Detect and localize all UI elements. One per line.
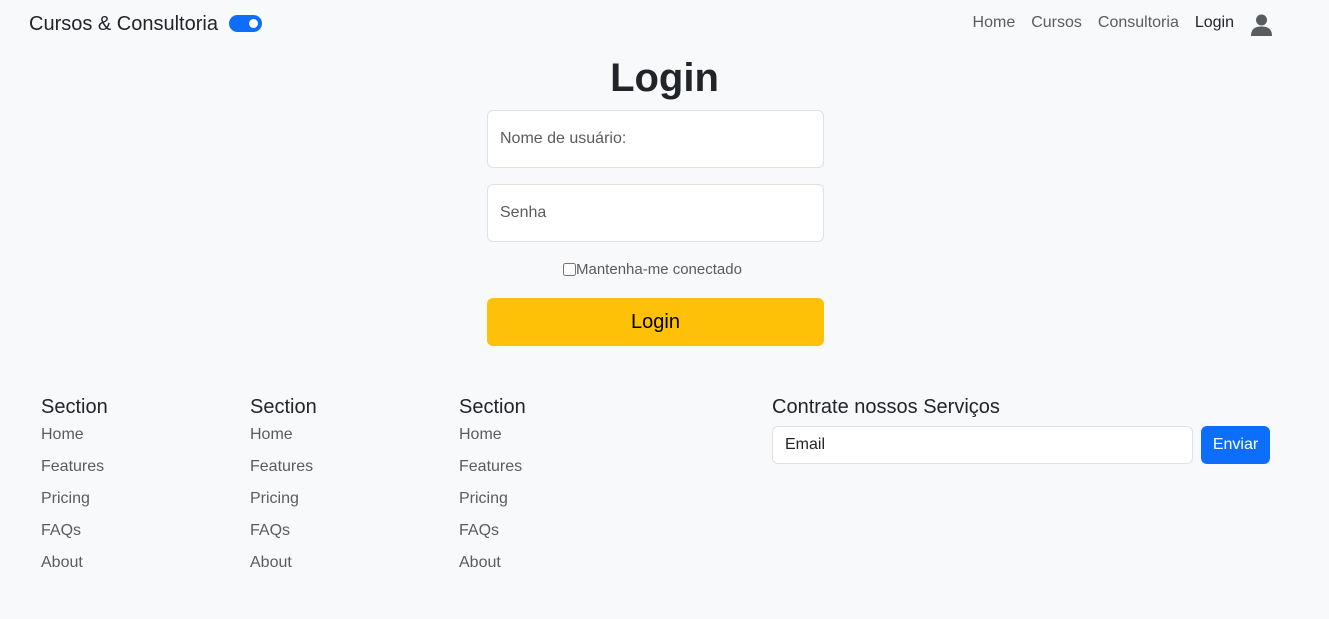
footer-link-about[interactable]: About <box>41 553 221 585</box>
nav-home-link[interactable]: Home <box>973 14 1016 32</box>
footer-link-pricing[interactable]: Pricing <box>459 489 639 521</box>
footer-link-features[interactable]: Features <box>41 457 221 489</box>
remember-me-checkbox[interactable] <box>563 263 576 276</box>
subscribe-title: Contrate nossos Serviços <box>772 396 1000 418</box>
username-input[interactable] <box>487 110 824 168</box>
footer-section-3: Section Home Features Pricing FAQs About <box>459 396 639 585</box>
subscribe-section: Contrate nossos Serviços Enviar <box>772 396 1272 464</box>
toggle-knob <box>249 19 258 28</box>
footer-section-1: Section Home Features Pricing FAQs About <box>41 396 221 585</box>
footer-link-home[interactable]: Home <box>41 425 221 457</box>
footer-link-home[interactable]: Home <box>250 425 430 457</box>
user-icon[interactable] <box>1251 14 1272 36</box>
nav-cursos-link[interactable]: Cursos <box>1031 14 1082 32</box>
footer-link-faqs[interactable]: FAQs <box>41 521 221 553</box>
footer-link-about[interactable]: About <box>459 553 639 585</box>
navbar: Cursos & Consultoria Home Cursos Consult… <box>0 0 1329 50</box>
footer-link-faqs[interactable]: FAQs <box>250 521 430 553</box>
send-button[interactable]: Enviar <box>1201 426 1270 464</box>
footer-link-pricing[interactable]: Pricing <box>250 489 430 521</box>
email-input[interactable] <box>772 426 1193 464</box>
page-title: Login <box>610 56 719 100</box>
footer-link-about[interactable]: About <box>250 553 430 585</box>
password-input[interactable] <box>487 184 824 242</box>
footer-link-features[interactable]: Features <box>250 457 430 489</box>
nav-consultoria-link[interactable]: Consultoria <box>1098 14 1179 32</box>
footer-section-title: Section <box>41 396 108 418</box>
nav-links: Home Cursos Consultoria Login <box>973 14 1234 32</box>
remember-me-label: Mantenha-me conectado <box>576 261 742 278</box>
footer-section-title: Section <box>459 396 526 418</box>
footer-link-features[interactable]: Features <box>459 457 639 489</box>
login-button[interactable]: Login <box>487 298 824 346</box>
footer-link-home[interactable]: Home <box>459 425 639 457</box>
remember-me[interactable]: Mantenha-me conectado <box>563 261 742 278</box>
footer-link-faqs[interactable]: FAQs <box>459 521 639 553</box>
nav-login-link[interactable]: Login <box>1195 14 1234 32</box>
brand-title[interactable]: Cursos & Consultoria <box>29 13 218 36</box>
footer-section-title: Section <box>250 396 317 418</box>
footer-link-pricing[interactable]: Pricing <box>41 489 221 521</box>
theme-toggle[interactable] <box>229 15 262 32</box>
footer-section-2: Section Home Features Pricing FAQs About <box>250 396 430 585</box>
